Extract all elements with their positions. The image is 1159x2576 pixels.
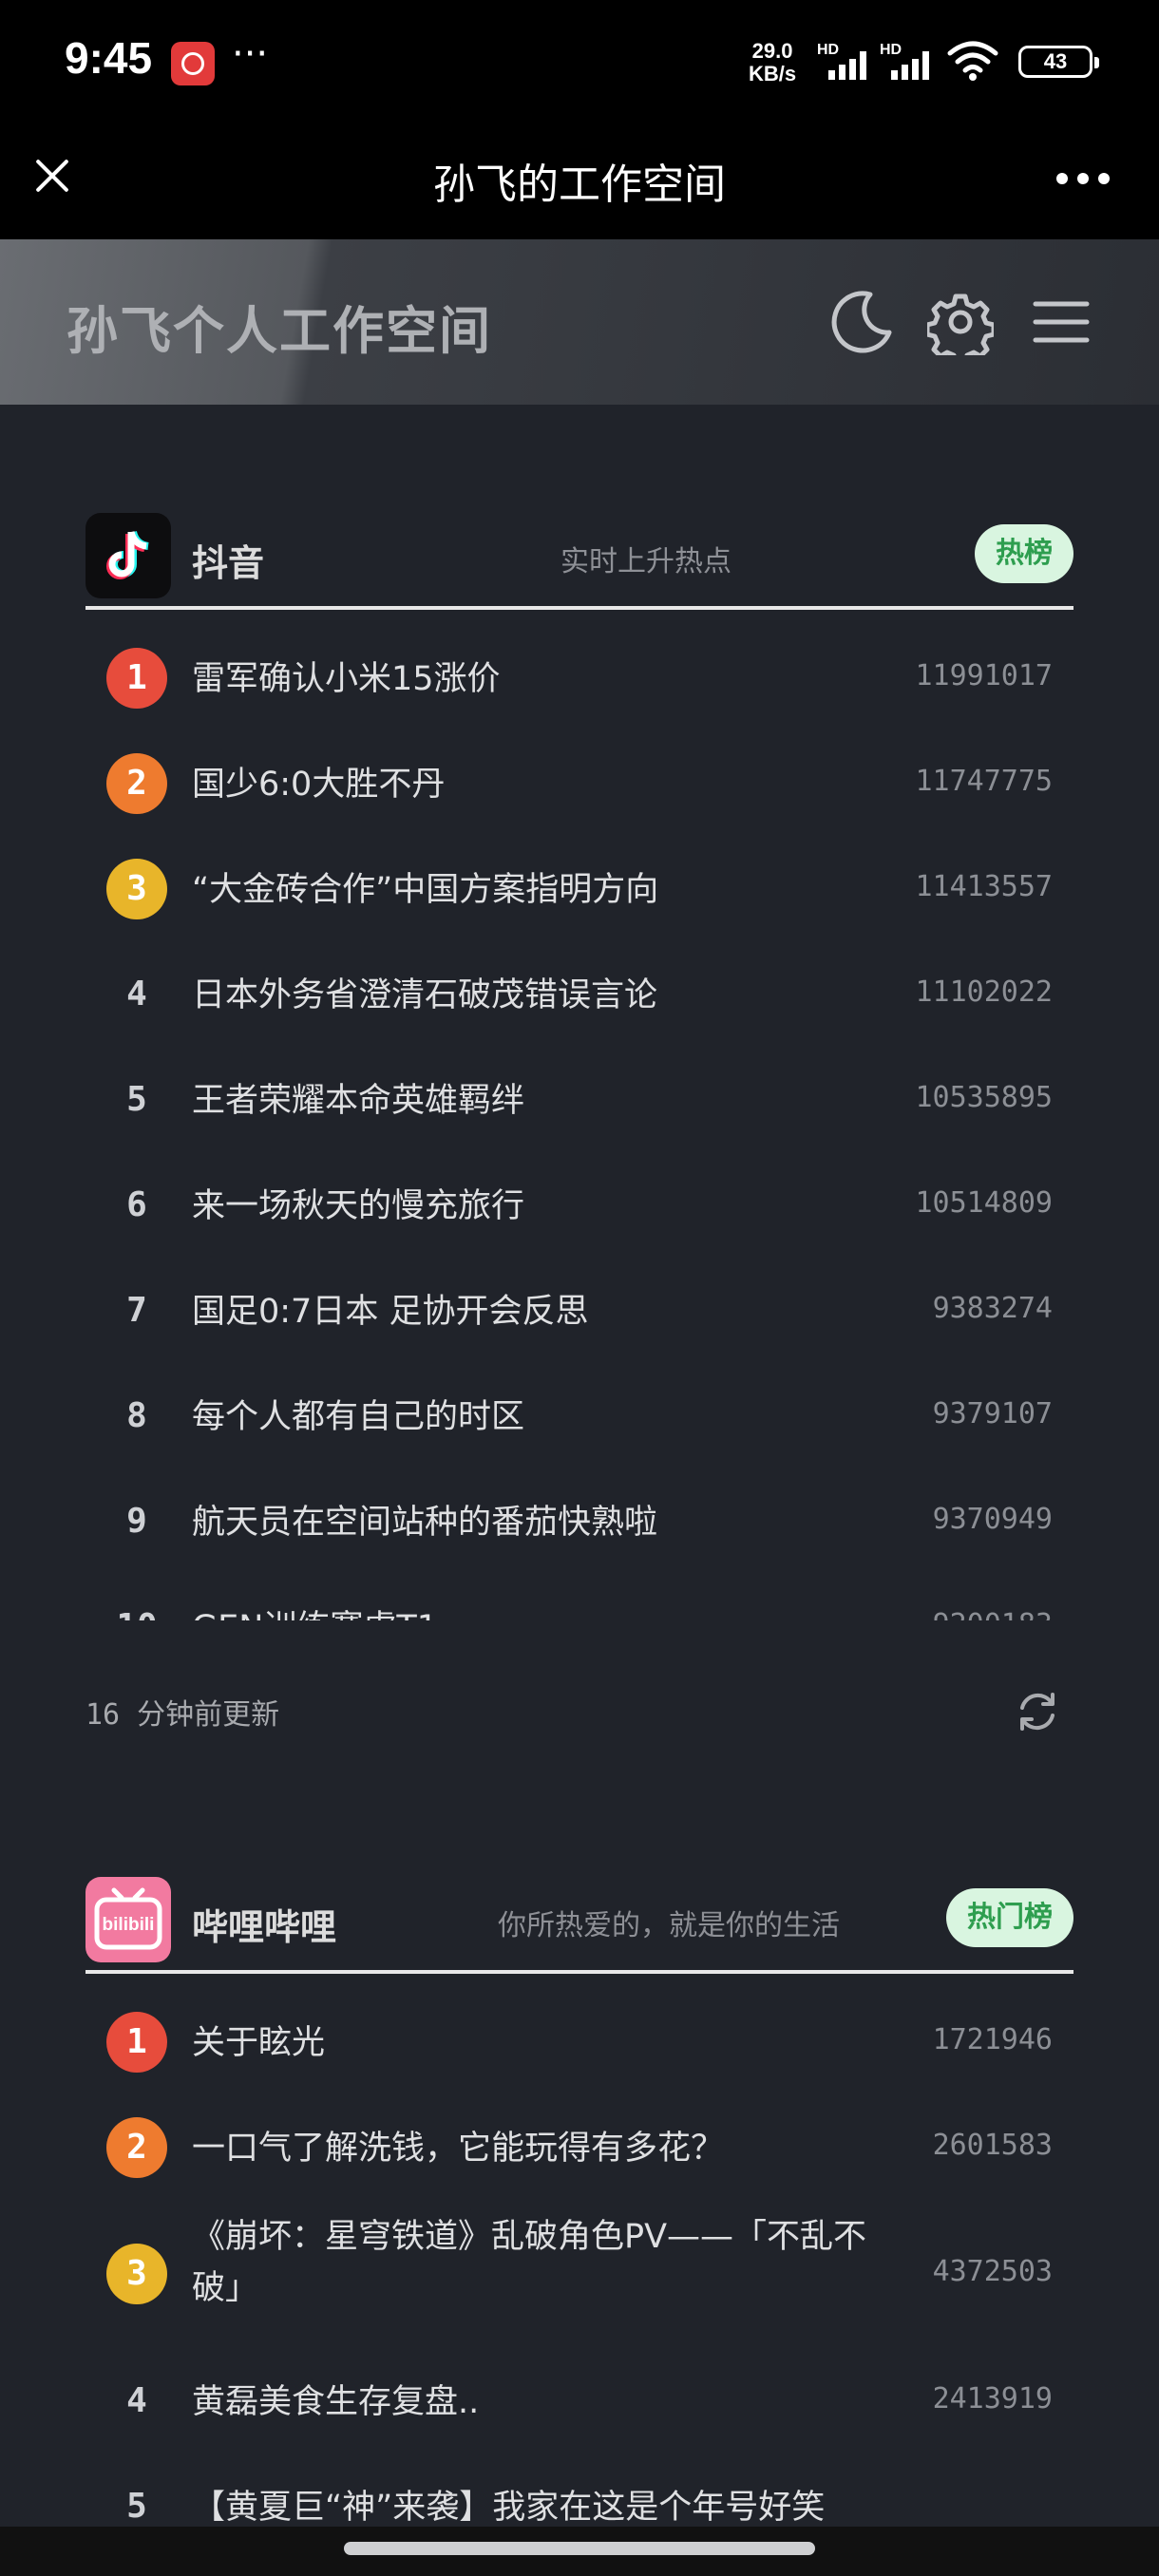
douyin-hot-badge[interactable]: 热榜 bbox=[975, 524, 1074, 583]
bilibili-logo-icon: bilibili bbox=[86, 1877, 171, 1962]
douyin-card-footer: 16 分钟前更新 bbox=[86, 1672, 1074, 1748]
rank-number: 1 bbox=[106, 648, 167, 709]
douyin-logo-icon bbox=[86, 513, 171, 598]
item-hot-value: 11102022 bbox=[915, 975, 1054, 1009]
item-title: 【黄夏巨“神”来袭】我家在这是个年号好笑 bbox=[192, 2489, 826, 2527]
item-title: 日本外务省澄清石破茂错误言论 bbox=[192, 976, 658, 1014]
item-hot-value: 4372503 bbox=[932, 2255, 1053, 2288]
rank-number: 4 bbox=[126, 975, 147, 1013]
menu-hamburger-icon[interactable] bbox=[1028, 289, 1094, 355]
item-hot-value: 11747775 bbox=[915, 765, 1054, 798]
app-header: 孙飞个人工作空间 bbox=[0, 239, 1159, 405]
list-item[interactable]: 4 日本外务省澄清石破茂错误言论 11102022 bbox=[86, 943, 1074, 1049]
rank-number: 1 bbox=[106, 2012, 167, 2073]
list-item[interactable]: 8 每个人都有自己的时区 9379107 bbox=[86, 1365, 1074, 1470]
list-item[interactable]: 5 王者荣耀本命英雄羁绊 10535895 bbox=[86, 1049, 1074, 1154]
bilibili-hot-card: bilibili 哔哩哔哩 你所热爱的，就是你的生活 热门榜 1 关于眩光 17… bbox=[38, 1858, 1121, 2527]
rank-number: 10 bbox=[106, 1597, 167, 1620]
item-title: 黄磊美食生存复盘.. bbox=[192, 2383, 480, 2421]
rank-number: 3 bbox=[106, 859, 167, 919]
rank-number: 5 bbox=[126, 2487, 147, 2526]
network-speed-unit: KB/s bbox=[749, 62, 797, 85]
rank-number: 2 bbox=[106, 753, 167, 814]
rank-number: 8 bbox=[126, 1396, 147, 1435]
list-item[interactable]: 2 国少6:0大胜不丹 11747775 bbox=[86, 732, 1074, 838]
douyin-card-header: 抖音 实时上升热点 热榜 bbox=[86, 494, 1074, 610]
rank-number: 7 bbox=[126, 1291, 147, 1330]
item-hot-value: 2413919 bbox=[932, 2382, 1053, 2415]
updated-time: 16 分钟前更新 bbox=[86, 1698, 280, 1732]
list-item[interactable]: 1 雷军确认小米15涨价 11991017 bbox=[86, 627, 1074, 732]
item-hot-value: 9200183 bbox=[933, 1608, 1053, 1620]
dark-mode-moon-icon[interactable] bbox=[828, 289, 895, 355]
douyin-subtitle: 实时上升热点 bbox=[560, 545, 732, 578]
item-hot-value: 2601583 bbox=[932, 2129, 1053, 2162]
netease-music-icon bbox=[171, 42, 215, 85]
item-title: 雷军确认小米15涨价 bbox=[192, 660, 501, 698]
more-options-icon[interactable] bbox=[1056, 173, 1110, 184]
item-title: 关于眩光 bbox=[192, 2024, 326, 2062]
douyin-name: 抖音 bbox=[192, 542, 265, 584]
bilibili-subtitle: 你所热爱的，就是你的生活 bbox=[498, 1909, 840, 1942]
settings-gear-icon[interactable] bbox=[927, 289, 994, 355]
battery-icon: 43 bbox=[1018, 46, 1099, 78]
item-hot-value: 9370949 bbox=[932, 1503, 1053, 1536]
signal-1-icon: HD bbox=[817, 42, 870, 80]
list-item[interactable]: 10 GEN训练赛虐T1 9200183 bbox=[86, 1576, 1074, 1620]
item-hot-value: 9383274 bbox=[932, 1292, 1053, 1325]
network-speed: 29.0 KB/s bbox=[749, 40, 796, 85]
item-title: 航天员在空间站种的番茄快熟啦 bbox=[192, 1504, 658, 1542]
home-indicator[interactable] bbox=[344, 2542, 815, 2555]
bilibili-list: 1 关于眩光 1721946 2 一口气了解洗钱，它能玩得有多花？ 260158… bbox=[86, 1991, 1074, 2527]
rank-number: 6 bbox=[126, 1185, 147, 1224]
bilibili-card-header: bilibili 哔哩哔哩 你所热爱的，就是你的生活 热门榜 bbox=[86, 1858, 1074, 1974]
item-title: GEN训练赛虐T1 bbox=[192, 1602, 914, 1620]
item-title: 国足0:7日本 足协开会反思 bbox=[192, 1293, 589, 1331]
list-item[interactable]: 6 来一场秋天的慢充旅行 10514809 bbox=[86, 1154, 1074, 1260]
item-hot-value: 9379107 bbox=[932, 1397, 1053, 1430]
rank-number: 4 bbox=[126, 2381, 147, 2420]
refresh-icon[interactable] bbox=[1015, 1689, 1060, 1734]
list-item[interactable]: 1 关于眩光 1721946 bbox=[86, 1991, 1074, 2096]
list-item[interactable]: 5 【黄夏巨“神”来袭】我家在这是个年号好笑 bbox=[86, 2455, 1074, 2527]
list-item[interactable]: 7 国足0:7日本 足协开会反思 9383274 bbox=[86, 1260, 1074, 1365]
list-item[interactable]: 4 黄磊美食生存复盘.. 2413919 bbox=[86, 2350, 1074, 2455]
douyin-list: 1 雷军确认小米15涨价 11991017 2 国少6:0大胜不丹 117477… bbox=[86, 627, 1074, 1620]
bilibili-name: 哔哩哔哩 bbox=[192, 1906, 337, 1948]
item-title: “大金砖合作”中国方案指明方向 bbox=[192, 871, 659, 909]
item-hot-value: 11413557 bbox=[915, 870, 1054, 903]
list-item[interactable]: 2 一口气了解洗钱，它能玩得有多花？ 2601583 bbox=[86, 2096, 1074, 2202]
item-hot-value: 11991017 bbox=[915, 659, 1054, 692]
signal-2-icon: HD bbox=[880, 42, 933, 80]
workspace-title: 孙飞个人工作空间 bbox=[66, 301, 492, 361]
bilibili-logo-text: bilibili bbox=[103, 1915, 155, 1935]
page-title: 孙飞的工作空间 bbox=[433, 161, 726, 209]
status-bar: 9:45 ··· 29.0 KB/s HD HD 43 bbox=[0, 0, 1159, 123]
status-time: 9:45 bbox=[65, 33, 153, 83]
rank-number: 5 bbox=[126, 1080, 147, 1119]
item-title: 《崩坏：星穹铁道》乱破角色PV——「不乱不破」 bbox=[192, 2218, 867, 2307]
item-title: 国少6:0大胜不丹 bbox=[192, 766, 446, 804]
item-hot-value: 10514809 bbox=[915, 1186, 1054, 1220]
item-title: 每个人都有自己的时区 bbox=[192, 1398, 525, 1436]
item-hot-value: 10535895 bbox=[915, 1081, 1054, 1114]
network-speed-value: 29.0 bbox=[751, 39, 793, 63]
rank-number: 3 bbox=[106, 2244, 167, 2304]
rank-number: 9 bbox=[126, 1502, 147, 1541]
douyin-hot-card: 抖音 实时上升热点 热榜 1 雷军确认小米15涨价 11991017 2 国少6… bbox=[38, 494, 1121, 1757]
wifi-icon bbox=[947, 41, 998, 81]
miniprogram-titlebar: 孙飞的工作空间 bbox=[0, 123, 1159, 239]
list-item[interactable]: 3 《崩坏：星穹铁道》乱破角色PV——「不乱不破」 4372503 bbox=[86, 2202, 1074, 2350]
bilibili-hot-badge[interactable]: 热门榜 bbox=[946, 1888, 1074, 1947]
item-hot-value: 1721946 bbox=[932, 2023, 1053, 2056]
list-item[interactable]: 9 航天员在空间站种的番茄快熟啦 9370949 bbox=[86, 1470, 1074, 1576]
item-title: 来一场秋天的慢充旅行 bbox=[192, 1187, 525, 1225]
gesture-nav-bar bbox=[0, 2527, 1159, 2576]
rank-number: 2 bbox=[106, 2117, 167, 2178]
item-title: 王者荣耀本命英雄羁绊 bbox=[192, 1082, 525, 1120]
list-item[interactable]: 3 “大金砖合作”中国方案指明方向 11413557 bbox=[86, 838, 1074, 943]
status-more-icon: ··· bbox=[232, 32, 269, 76]
item-title: 一口气了解洗钱，它能玩得有多花？ bbox=[192, 2130, 725, 2168]
